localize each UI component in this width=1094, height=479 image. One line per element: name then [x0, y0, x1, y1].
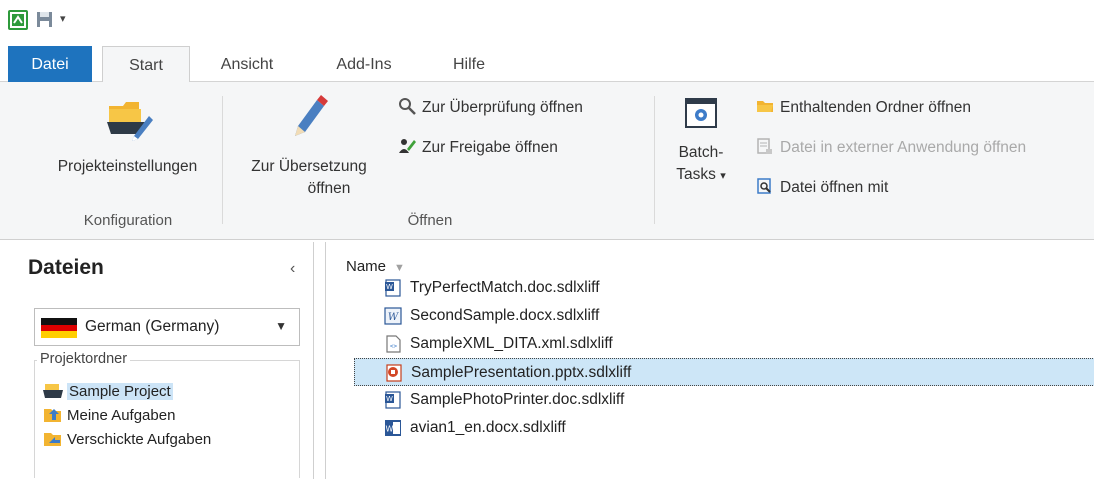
file-row[interactable]: W avian1_en.docx.sdlxliff — [354, 414, 1094, 442]
file-name: SamplePresentation.pptx.sdlxliff — [411, 364, 632, 381]
file-row[interactable]: W SecondSample.docx.sdlxliff — [354, 302, 1094, 330]
tab-add-ins[interactable]: Add-Ins — [326, 46, 402, 82]
tree-item-my-tasks[interactable]: Meine Aufgaben — [43, 405, 175, 427]
open-for-translation-button[interactable]: Zur Übersetzung öffnen — [234, 92, 384, 200]
open-containing-folder-label: Enthaltenden Ordner öffnen — [780, 99, 972, 116]
project-settings-icon — [106, 102, 153, 141]
customize-toolbar-icon[interactable]: ▾ — [60, 12, 66, 25]
file-list-pane: Name ▼ W TryPerfectMatch.doc.sdlxliff W S… — [325, 242, 1094, 479]
german-flag-icon — [41, 318, 77, 338]
open-for-review-label: Zur Überprüfung öffnen — [422, 99, 583, 116]
group-label-oeffnen: Öffnen — [407, 212, 453, 229]
svg-text:W: W — [386, 283, 393, 291]
tree-item-label: Sample Project — [67, 383, 173, 400]
tab-start[interactable]: Start — [102, 46, 190, 83]
sort-indicator-icon: ▼ — [394, 262, 405, 274]
open-for-signoff-button[interactable]: Zur Freigabe öffnen — [398, 136, 558, 160]
tab-ansicht[interactable]: Ansicht — [210, 46, 284, 82]
batch-tasks-line2: Tasks — [676, 166, 716, 183]
open-in-external-app-label: Datei in externer Anwendung öffnen — [780, 139, 1027, 156]
file-row[interactable]: W TryPerfectMatch.doc.sdlxliff — [354, 274, 1094, 302]
batch-tasks-icon — [685, 98, 717, 128]
file-row[interactable]: W SamplePhotoPrinter.doc.sdlxliff — [354, 386, 1094, 414]
files-navigation-pane: Dateien ‹ German (Germany) ▼ Projektordn… — [22, 242, 314, 479]
ribbon-tabs: Datei Start Ansicht Add-Ins Hilfe — [0, 46, 1094, 83]
project-folder-group: Projektordner Sample Project Meine Aufga… — [34, 351, 300, 478]
file-name: SamplePhotoPrinter.doc.sdlxliff — [410, 391, 625, 408]
file-name: TryPerfectMatch.doc.sdlxliff — [410, 279, 600, 296]
svg-text:<>: <> — [390, 343, 398, 350]
column-header-name[interactable]: Name ▼ — [346, 258, 405, 275]
project-icon — [43, 384, 63, 398]
svg-text:W: W — [388, 312, 399, 323]
folder-icon — [757, 101, 773, 112]
open-with-icon — [757, 178, 771, 194]
signoff-icon — [399, 139, 416, 153]
column-header-label: Name — [346, 258, 387, 275]
chevron-down-icon: ▼ — [275, 319, 287, 333]
word-doc-icon: W — [385, 391, 401, 409]
external-app-icon — [757, 138, 772, 154]
powerpoint-icon — [386, 364, 402, 382]
studio-app-icon[interactable] — [8, 10, 28, 30]
group-separator — [654, 96, 655, 224]
tree-item-sent-tasks[interactable]: Verschickte Aufgaben — [43, 429, 211, 451]
open-for-review-button[interactable]: Zur Überprüfung öffnen — [398, 96, 583, 120]
pane-title: Dateien — [28, 256, 104, 279]
word-doc-icon: W — [385, 279, 401, 297]
project-folder-legend: Projektordner — [37, 351, 131, 367]
file-name: avian1_en.docx.sdlxliff — [410, 419, 566, 436]
open-with-label: Datei öffnen mit — [780, 179, 889, 196]
tree-item-sample-project[interactable]: Sample Project — [43, 381, 173, 403]
open-for-translation-line2: öffnen — [307, 180, 351, 197]
file-row[interactable]: <> SampleXML_DITA.xml.sdlxliff — [354, 330, 1094, 358]
project-settings-label: Projekteinstellungen — [57, 158, 198, 175]
language-select[interactable]: German (Germany) ▼ — [34, 308, 300, 346]
open-for-signoff-label: Zur Freigabe öffnen — [422, 139, 558, 156]
file-name: SampleXML_DITA.xml.sdlxliff — [410, 335, 613, 352]
xml-file-icon: <> — [386, 335, 401, 353]
open-in-external-app-button[interactable]: Datei in externer Anwendung öffnen — [756, 136, 1026, 160]
magnifier-icon — [399, 98, 416, 115]
open-with-button[interactable]: Datei öffnen mit — [756, 176, 888, 200]
group-label-konfiguration: Konfiguration — [83, 212, 173, 229]
svg-text:W: W — [386, 395, 393, 403]
language-select-value: German (Germany) — [85, 318, 220, 335]
quick-access-toolbar: ▾ — [0, 0, 1094, 46]
project-settings-button[interactable]: Projekteinstellungen — [40, 92, 215, 178]
group-separator — [222, 96, 223, 224]
collapse-pane-icon[interactable]: ‹ — [290, 260, 295, 278]
tree-item-label: Verschickte Aufgaben — [67, 431, 212, 448]
tab-datei[interactable]: Datei — [8, 46, 92, 82]
open-for-translation-line1: Zur Übersetzung — [251, 158, 367, 175]
word-docx-icon: W — [384, 307, 402, 325]
ribbon: Projekteinstellungen Konfiguration Zur Ü… — [0, 82, 1094, 240]
file-name: SecondSample.docx.sdlxliff — [410, 307, 600, 324]
save-icon[interactable] — [36, 11, 53, 28]
batch-tasks-caret-icon: ▾ — [720, 170, 726, 182]
batch-tasks-line1: Batch- — [678, 144, 724, 161]
word-docx-icon: W — [385, 420, 401, 436]
tab-hilfe[interactable]: Hilfe — [444, 46, 494, 82]
sent-tasks-icon — [44, 433, 61, 446]
svg-text:W: W — [386, 425, 394, 434]
open-containing-folder-button[interactable]: Enthaltenden Ordner öffnen — [756, 96, 971, 120]
my-tasks-icon — [44, 409, 61, 422]
file-row-selected[interactable]: SamplePresentation.pptx.sdlxliff — [354, 358, 1094, 386]
batch-tasks-button[interactable]: Batch- Tasks ▾ — [664, 96, 738, 187]
tree-item-label: Meine Aufgaben — [67, 407, 176, 424]
pencil-icon — [295, 95, 328, 136]
